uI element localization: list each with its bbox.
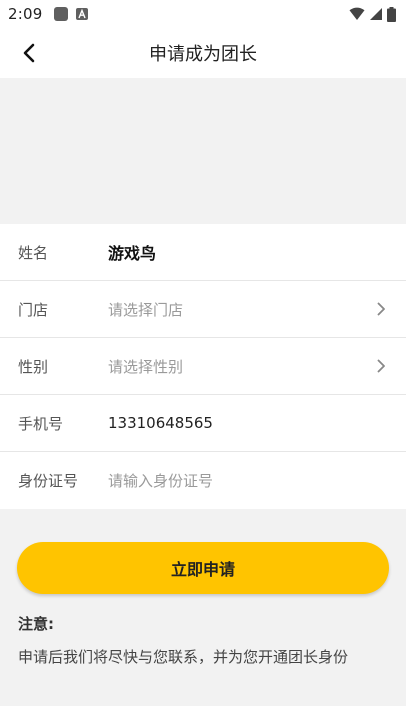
id-number-input[interactable]: 请输入身份证号 [108, 470, 388, 491]
form-row-id-number[interactable]: 身份证号 请输入身份证号 [0, 452, 406, 509]
status-time: 2:09 [8, 5, 43, 23]
chevron-left-icon [23, 43, 35, 63]
status-left: 2:09 [8, 5, 89, 23]
form-row-store[interactable]: 门店 请选择门店 [0, 281, 406, 338]
wifi-icon [349, 7, 365, 20]
notification-a-icon [76, 8, 89, 20]
notice-title: 注意: [18, 615, 54, 633]
status-bar: 2:09 [0, 0, 406, 28]
form-row-name[interactable]: 姓名 游戏鸟 [0, 224, 406, 281]
form-row-phone[interactable]: 手机号 13310648565 [0, 395, 406, 452]
apply-button[interactable]: 立即申请 [17, 542, 389, 594]
id-number-label: 身份证号 [18, 472, 79, 490]
header-bar: 申请成为团长 [0, 28, 406, 78]
signal-icon [370, 8, 382, 20]
screen: 2:09 申请成为团长 姓名 游戏鸟 门店 请选择门店 性别 请选择性别 手机号… [0, 0, 406, 722]
chevron-right-icon [377, 359, 385, 373]
form-row-gender[interactable]: 性别 请选择性别 [0, 338, 406, 395]
application-form: 姓名 游戏鸟 门店 请选择门店 性别 请选择性别 手机号 13310648565… [0, 224, 406, 509]
gender-label: 性别 [18, 357, 49, 376]
chevron-right-icon [377, 302, 385, 316]
status-right [349, 6, 396, 22]
phone-label: 手机号 [18, 414, 64, 433]
store-label: 门店 [18, 300, 49, 319]
notice-text: 申请后我们将尽快与您联系，并为您开通团长身份 [18, 648, 349, 666]
battery-icon [387, 6, 396, 22]
notification-app-icon [54, 7, 69, 21]
bottom-bar [0, 706, 406, 722]
banner-area [0, 78, 406, 224]
phone-field[interactable]: 13310648565 [108, 414, 388, 432]
store-select[interactable]: 请选择门店 [108, 299, 388, 320]
name-field[interactable]: 游戏鸟 [108, 240, 388, 264]
name-label: 姓名 [18, 243, 49, 262]
back-button[interactable] [14, 38, 44, 68]
page-title: 申请成为团长 [149, 44, 257, 65]
gender-select[interactable]: 请选择性别 [108, 356, 388, 377]
